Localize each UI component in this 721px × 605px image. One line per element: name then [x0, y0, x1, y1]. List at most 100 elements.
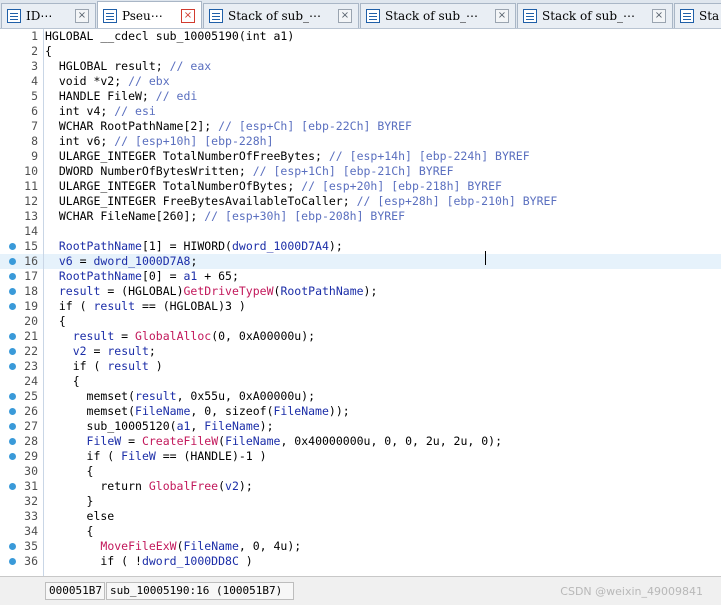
line-number: 29: [24, 449, 38, 463]
close-icon[interactable]: ×: [75, 9, 89, 23]
code-token: );: [328, 239, 343, 253]
code-token: dword_1000D7A4: [231, 239, 329, 253]
line-number: 2: [31, 44, 38, 58]
document-icon: [680, 9, 694, 23]
code-text: ULARGE_INTEGER TotalNumberOfFreeBytes; /…: [45, 149, 530, 164]
tab-1[interactable]: Pseu⋯ ×: [97, 1, 202, 28]
close-icon[interactable]: ×: [181, 8, 195, 23]
code-token: HGLOBAL __cdecl sub_10005190(int a1): [45, 29, 295, 43]
code-token: result: [72, 329, 115, 343]
code-token: result: [135, 389, 177, 403]
line-number: 5: [31, 89, 38, 103]
code-line[interactable]: 24 {: [0, 374, 721, 389]
code-token: WCHAR FileName[260];: [45, 209, 205, 223]
tab-3[interactable]: Stack of sub_⋯ ×: [360, 3, 516, 28]
code-line[interactable]: 20 {: [0, 314, 721, 329]
code-line[interactable]: 33 else: [0, 509, 721, 524]
tab-2[interactable]: Stack of sub_⋯ ×: [203, 3, 359, 28]
code-line[interactable]: 16 v6 = dword_1000D7A8;: [0, 254, 721, 269]
code-token: FileW: [86, 434, 122, 448]
code-token: memset(: [45, 404, 136, 418]
code-text: result = GlobalAlloc(0, 0xA00000u);: [45, 329, 315, 344]
code-token: ): [238, 554, 253, 568]
code-line[interactable]: 1 HGLOBAL __cdecl sub_10005190(int a1): [0, 29, 721, 44]
pseudocode-view[interactable]: 1 HGLOBAL __cdecl sub_10005190(int a1) 2{3…: [0, 29, 721, 576]
tab-4[interactable]: Stack of sub_⋯ ×: [517, 3, 673, 28]
code-token: , 0, 4u);: [238, 539, 302, 553]
code-token: v6: [58, 254, 73, 268]
code-line[interactable]: 13 WCHAR FileName[260]; // [esp+30h] [eb…: [0, 209, 721, 224]
tab-5[interactable]: Sta: [674, 3, 721, 28]
code-line[interactable]: 3 HGLOBAL result; // eax: [0, 59, 721, 74]
document-icon: [103, 8, 117, 23]
code-line[interactable]: 35 MoveFileExW(FileName, 0, 4u);: [0, 539, 721, 554]
close-icon[interactable]: ×: [338, 9, 352, 23]
code-token: ULARGE_INTEGER TotalNumberOfFreeBytes;: [45, 149, 329, 163]
code-line[interactable]: 4 void *v2; // ebx: [0, 74, 721, 89]
close-icon[interactable]: ×: [652, 9, 666, 23]
code-text: HGLOBAL result; // eax: [45, 59, 211, 74]
code-line[interactable]: 14: [0, 224, 721, 239]
code-token: ULARGE_INTEGER FreeBytesAvailableToCalle…: [45, 194, 357, 208]
code-text: RootPathName[0] = a1 + 65;: [45, 269, 239, 284]
tab-label: Stack of sub_⋯: [385, 9, 479, 23]
code-line[interactable]: 5 HANDLE FileW; // edi: [0, 89, 721, 104]
code-text: sub_10005120(a1, FileName);: [45, 419, 274, 434]
code-line[interactable]: 11 ULARGE_INTEGER TotalNumberOfBytes; //…: [0, 179, 721, 194]
code-text: else: [45, 509, 115, 524]
code-token: GetDriveTypeW: [183, 284, 274, 298]
code-line[interactable]: 25 memset(result, 0x55u, 0xA00000u);: [0, 389, 721, 404]
line-number: 36: [24, 554, 38, 568]
code-line[interactable]: 22 v2 = result;: [0, 344, 721, 359]
code-text: }: [45, 494, 94, 509]
status-address: 000051B7: [45, 582, 105, 600]
code-line[interactable]: 26 memset(FileName, 0, sizeof(FileName))…: [0, 404, 721, 419]
line-number: 14: [24, 224, 38, 238]
code-line[interactable]: 15 RootPathName[1] = HIWORD(dword_1000D7…: [0, 239, 721, 254]
line-number: 24: [24, 374, 38, 388]
code-line[interactable]: 19 if ( result == (HGLOBAL)3 ): [0, 299, 721, 314]
line-number: 34: [24, 524, 38, 538]
code-line[interactable]: 23 if ( result ): [0, 359, 721, 374]
code-line[interactable]: 36 if ( !dword_1000DD8C ): [0, 554, 721, 569]
code-line[interactable]: 7 WCHAR RootPathName[2]; // [esp+Ch] [eb…: [0, 119, 721, 134]
line-number: 28: [24, 434, 38, 448]
code-line[interactable]: 17 RootPathName[0] = a1 + 65;: [0, 269, 721, 284]
code-line[interactable]: 10 DWORD NumberOfBytesWritten; // [esp+1…: [0, 164, 721, 179]
close-icon[interactable]: ×: [495, 9, 509, 23]
tab-0[interactable]: ID⋯ ×: [1, 3, 96, 28]
code-line[interactable]: 27 sub_10005120(a1, FileName);: [0, 419, 721, 434]
code-line[interactable]: 9 ULARGE_INTEGER TotalNumberOfFreeBytes;…: [0, 149, 721, 164]
line-number: 30: [24, 464, 38, 478]
line-number: 4: [31, 74, 38, 88]
code-line[interactable]: 18 result = (HGLOBAL)GetDriveTypeW(RootP…: [0, 284, 721, 299]
code-line[interactable]: 31 return GlobalFree(v2);: [0, 479, 721, 494]
code-line[interactable]: 28 FileW = CreateFileW(FileName, 0x40000…: [0, 434, 721, 449]
code-token: v2: [225, 479, 239, 493]
line-number: 32: [24, 494, 38, 508]
code-token: if (: [45, 359, 108, 373]
code-text: if ( result ): [45, 359, 163, 374]
code-token: =: [86, 344, 108, 358]
code-text: int v6; // [esp+10h] [ebp-228h]: [45, 134, 274, 149]
code-line[interactable]: 30 {: [0, 464, 721, 479]
code-token: = (HGLOBAL): [100, 284, 184, 298]
code-token: result: [93, 299, 136, 313]
code-line[interactable]: 6 int v4; // esi: [0, 104, 721, 119]
code-token: {: [45, 524, 94, 538]
code-line[interactable]: 12 ULARGE_INTEGER FreeBytesAvailableToCa…: [0, 194, 721, 209]
line-number: 22: [24, 344, 38, 358]
code-token: // [esp+20h] [ebp-218h] BYREF: [301, 179, 502, 193]
code-line[interactable]: 2{: [0, 44, 721, 59]
code-line[interactable]: 29 if ( FileW == (HANDLE)-1 ): [0, 449, 721, 464]
code-line[interactable]: 34 {: [0, 524, 721, 539]
code-token: // [esp+14h] [ebp-224h] BYREF: [328, 149, 530, 163]
code-line[interactable]: 8 int v6; // [esp+10h] [ebp-228h]: [0, 134, 721, 149]
code-line[interactable]: 21 result = GlobalAlloc(0, 0xA00000u);: [0, 329, 721, 344]
code-token: ,: [190, 419, 205, 433]
code-line[interactable]: 32 }: [0, 494, 721, 509]
line-number: 33: [24, 509, 38, 523]
